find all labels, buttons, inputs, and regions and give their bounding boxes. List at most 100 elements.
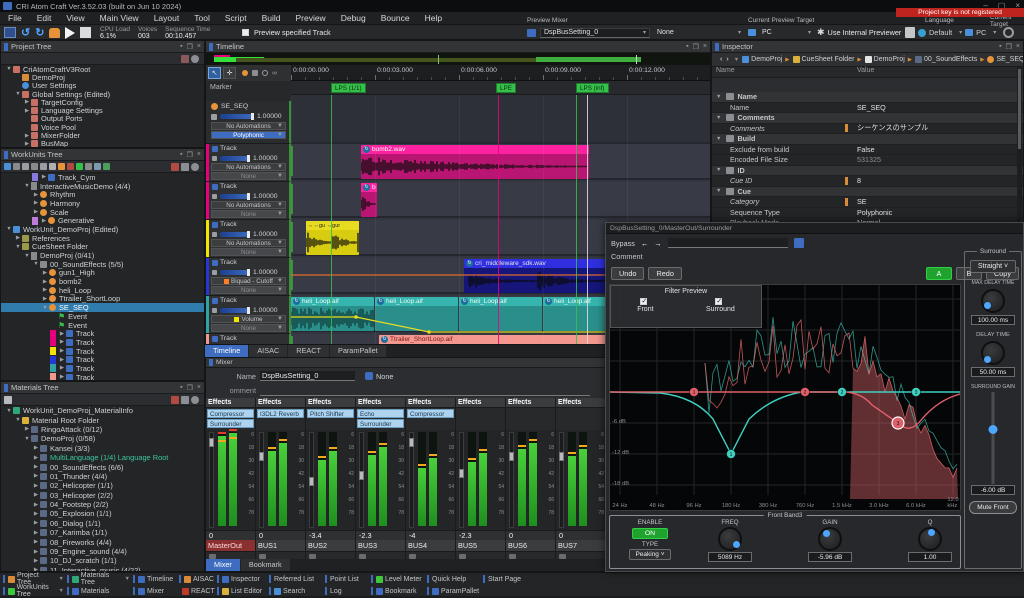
expander-icon[interactable]: ▶ (32, 492, 40, 498)
expander-icon[interactable]: ▼ (23, 253, 31, 259)
front-checkbox[interactable] (640, 298, 647, 305)
surround-gain-value[interactable]: -6.00 dB (971, 485, 1015, 495)
expander-icon[interactable]: ▶ (58, 374, 66, 380)
strip-name[interactable]: BUS2 (306, 540, 355, 551)
timeline-ruler[interactable]: 0:00:00.0000:00:03.0000:00:06.0000:00:09… (291, 65, 710, 81)
expander-icon[interactable]: ▼ (5, 408, 13, 414)
tree-item-se-seq[interactable]: ▼SE_SEQ (1, 303, 204, 312)
gear-icon[interactable] (191, 163, 199, 171)
track-header[interactable]: Track1.00000 (206, 334, 291, 345)
effect-chip[interactable]: Surrounder (357, 419, 404, 428)
expander-icon[interactable]: ▶ (32, 209, 40, 215)
filter-icon[interactable] (181, 163, 189, 171)
tree-item-multilanguage-1-4-language-root[interactable]: ▶MultiLanguage (1/4) Language Root (1, 453, 204, 462)
tree-item-workunit-demoproj-materialinfo[interactable]: ▼WorkUnit_DemoProj_MaterialInfo (1, 406, 204, 415)
expander-icon[interactable]: ▼ (32, 261, 40, 267)
strip-name[interactable]: BUS5 (456, 540, 505, 551)
fader[interactable] (309, 432, 314, 528)
statusbar-log[interactable]: Log (322, 585, 368, 597)
tree-item-00-soundeffects-5-5-[interactable]: ▼00_SoundEffects (5/5) (1, 260, 204, 269)
gain-knob[interactable] (818, 527, 842, 551)
expander-icon[interactable]: ▶ (32, 502, 40, 508)
clip-gun[interactable]: ⇔⇔gu ⇔gur (306, 221, 359, 255)
strip-value[interactable]: -2.3 (456, 530, 505, 540)
breadcrumb-item[interactable]: DemoProj (742, 56, 782, 63)
strip-name[interactable]: BUS3 (356, 540, 405, 551)
select-tool-button[interactable]: ↖ (208, 67, 221, 79)
tree-item-scale[interactable]: ▶Scale (1, 208, 204, 217)
tree-item-gun1-high[interactable]: ▶gun1_High (1, 269, 204, 278)
dropdown[interactable]: No Automations▼ (211, 239, 286, 247)
pin-icon[interactable]: ▪ (180, 151, 182, 158)
tree-item-06-dialog-1-1-[interactable]: ▶06_Dialog (1/1) (1, 519, 204, 528)
inspector-value[interactable]: Polyphonic (857, 208, 1023, 217)
track-gain-slider[interactable] (220, 232, 250, 237)
gain-value[interactable]: -5.96 dB (808, 552, 852, 562)
tree-item-07-karimba-1-1-[interactable]: ▶07_Karimba (1/1) (1, 528, 204, 537)
workunits-tool-icon[interactable] (103, 163, 110, 170)
close-icon[interactable]: × (1016, 43, 1020, 50)
timeline-overview[interactable] (206, 53, 710, 65)
q-knob[interactable] (918, 527, 942, 551)
expander-icon[interactable]: ▼ (5, 66, 13, 72)
statusbar-quick-help[interactable]: Quick Help (424, 573, 480, 585)
inspector-group-cue[interactable]: ▼Cue (712, 187, 1023, 198)
menu-icon[interactable] (794, 238, 804, 248)
breadcrumb-item[interactable]: 00_SoundEffects (915, 56, 977, 63)
expander-icon[interactable]: ▼ (14, 244, 22, 250)
current-preview-target-select[interactable]: PC▾ (759, 28, 814, 38)
pin-icon[interactable]: ▪ (999, 43, 1001, 50)
fader[interactable] (509, 432, 514, 528)
dropdown[interactable]: Polyphonic▼ (211, 131, 286, 139)
close-icon[interactable]: × (197, 43, 201, 50)
dropdown[interactable]: Volume▼ (211, 315, 286, 323)
loop-marker-badge[interactable]: LPE (496, 83, 516, 93)
workunits-tool-icon[interactable] (49, 163, 56, 170)
track-gain-slider[interactable] (220, 270, 250, 275)
tree-item-global-settings-edited-[interactable]: ▼Global Settings (Edited) (1, 90, 204, 98)
eq-graph[interactable]: 123123 Filter Preview Front Surround 24 … (609, 284, 961, 511)
expander-icon[interactable]: ▶ (14, 235, 22, 241)
breadcrumb-item[interactable]: DemoProj (865, 56, 905, 63)
clip-bomb2[interactable]: ↻bomb2.wav (361, 145, 589, 179)
expander-icon[interactable]: ▶ (32, 200, 40, 206)
inspector-group-build[interactable]: ▼Build (712, 134, 1023, 145)
inspector-scrollbar[interactable] (1017, 67, 1022, 222)
freq-knob[interactable] (718, 527, 742, 551)
effect-chip[interactable]: Surrounder (207, 419, 254, 428)
menu-tool[interactable]: Tool (194, 13, 210, 23)
expander-icon[interactable]: ▶ (32, 520, 40, 526)
record-ring-icon[interactable] (1003, 27, 1014, 38)
tree-item-rhythm[interactable]: ▶Rhythm (1, 190, 204, 199)
fader[interactable] (459, 432, 464, 528)
next-effect-icon[interactable]: → (654, 239, 661, 248)
clock-icon[interactable] (262, 70, 268, 76)
expander-icon[interactable]: ▶ (32, 455, 40, 461)
dropdown[interactable]: No Automations▼ (211, 122, 286, 130)
tree-item-demoproj-0-58-[interactable]: ▼DemoProj (0/58) (1, 434, 204, 443)
delay-knob[interactable] (981, 341, 1005, 365)
menu-preview[interactable]: Preview (295, 13, 325, 23)
expander-icon[interactable]: ▼ (23, 183, 31, 189)
workunits-tool-icon[interactable] (22, 163, 29, 170)
workunits-tool-icon[interactable] (40, 163, 47, 170)
expander-icon[interactable]: ▼ (41, 305, 49, 311)
track-header[interactable]: Track1.00000No Automations▼None▼ (206, 220, 291, 258)
expander-icon[interactable]: ▶ (40, 218, 48, 224)
strip-value[interactable]: 0 (556, 530, 605, 540)
track-header[interactable]: Track1.00000No Automations▼None▼ (206, 182, 291, 220)
surround-checkbox[interactable] (715, 298, 722, 305)
fader[interactable] (359, 432, 364, 528)
tree-item-event[interactable]: ⚑Event (1, 312, 204, 321)
max-delay-knob[interactable] (981, 289, 1005, 313)
statusbar-level-meter[interactable]: Level Meter (368, 573, 424, 585)
clip-heli[interactable]: ↻heli_Loop.aif (459, 297, 542, 331)
prev-effect-icon[interactable]: ← (641, 239, 648, 248)
expander-icon[interactable]: ▶ (32, 539, 40, 545)
move-tool-button[interactable]: ✛ (223, 67, 236, 79)
play-button[interactable] (65, 27, 75, 39)
filter-icon[interactable] (181, 396, 189, 404)
tab-react[interactable]: REACT (288, 345, 329, 357)
freq-value[interactable]: 5089 Hz (708, 552, 752, 562)
workunits-tool-icon[interactable] (94, 163, 101, 170)
